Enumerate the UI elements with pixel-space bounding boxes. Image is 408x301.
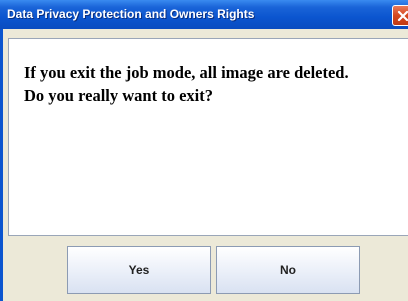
close-button[interactable] <box>392 5 408 26</box>
message-line-1: If you exit the job mode, all image are … <box>24 63 349 82</box>
message-line-2: Do you really want to exit? <box>24 86 213 105</box>
message-panel: If you exit the job mode, all image are … <box>8 38 408 236</box>
yes-button[interactable]: Yes <box>67 246 211 294</box>
no-button[interactable]: No <box>216 246 360 294</box>
dialog-window: Data Privacy Protection and Owners Right… <box>0 0 408 301</box>
window-title: Data Privacy Protection and Owners Right… <box>7 7 255 21</box>
button-row: Yes No <box>8 237 408 301</box>
title-bar[interactable]: Data Privacy Protection and Owners Right… <box>0 0 408 29</box>
close-icon <box>397 10 408 22</box>
window-frame <box>0 29 3 301</box>
